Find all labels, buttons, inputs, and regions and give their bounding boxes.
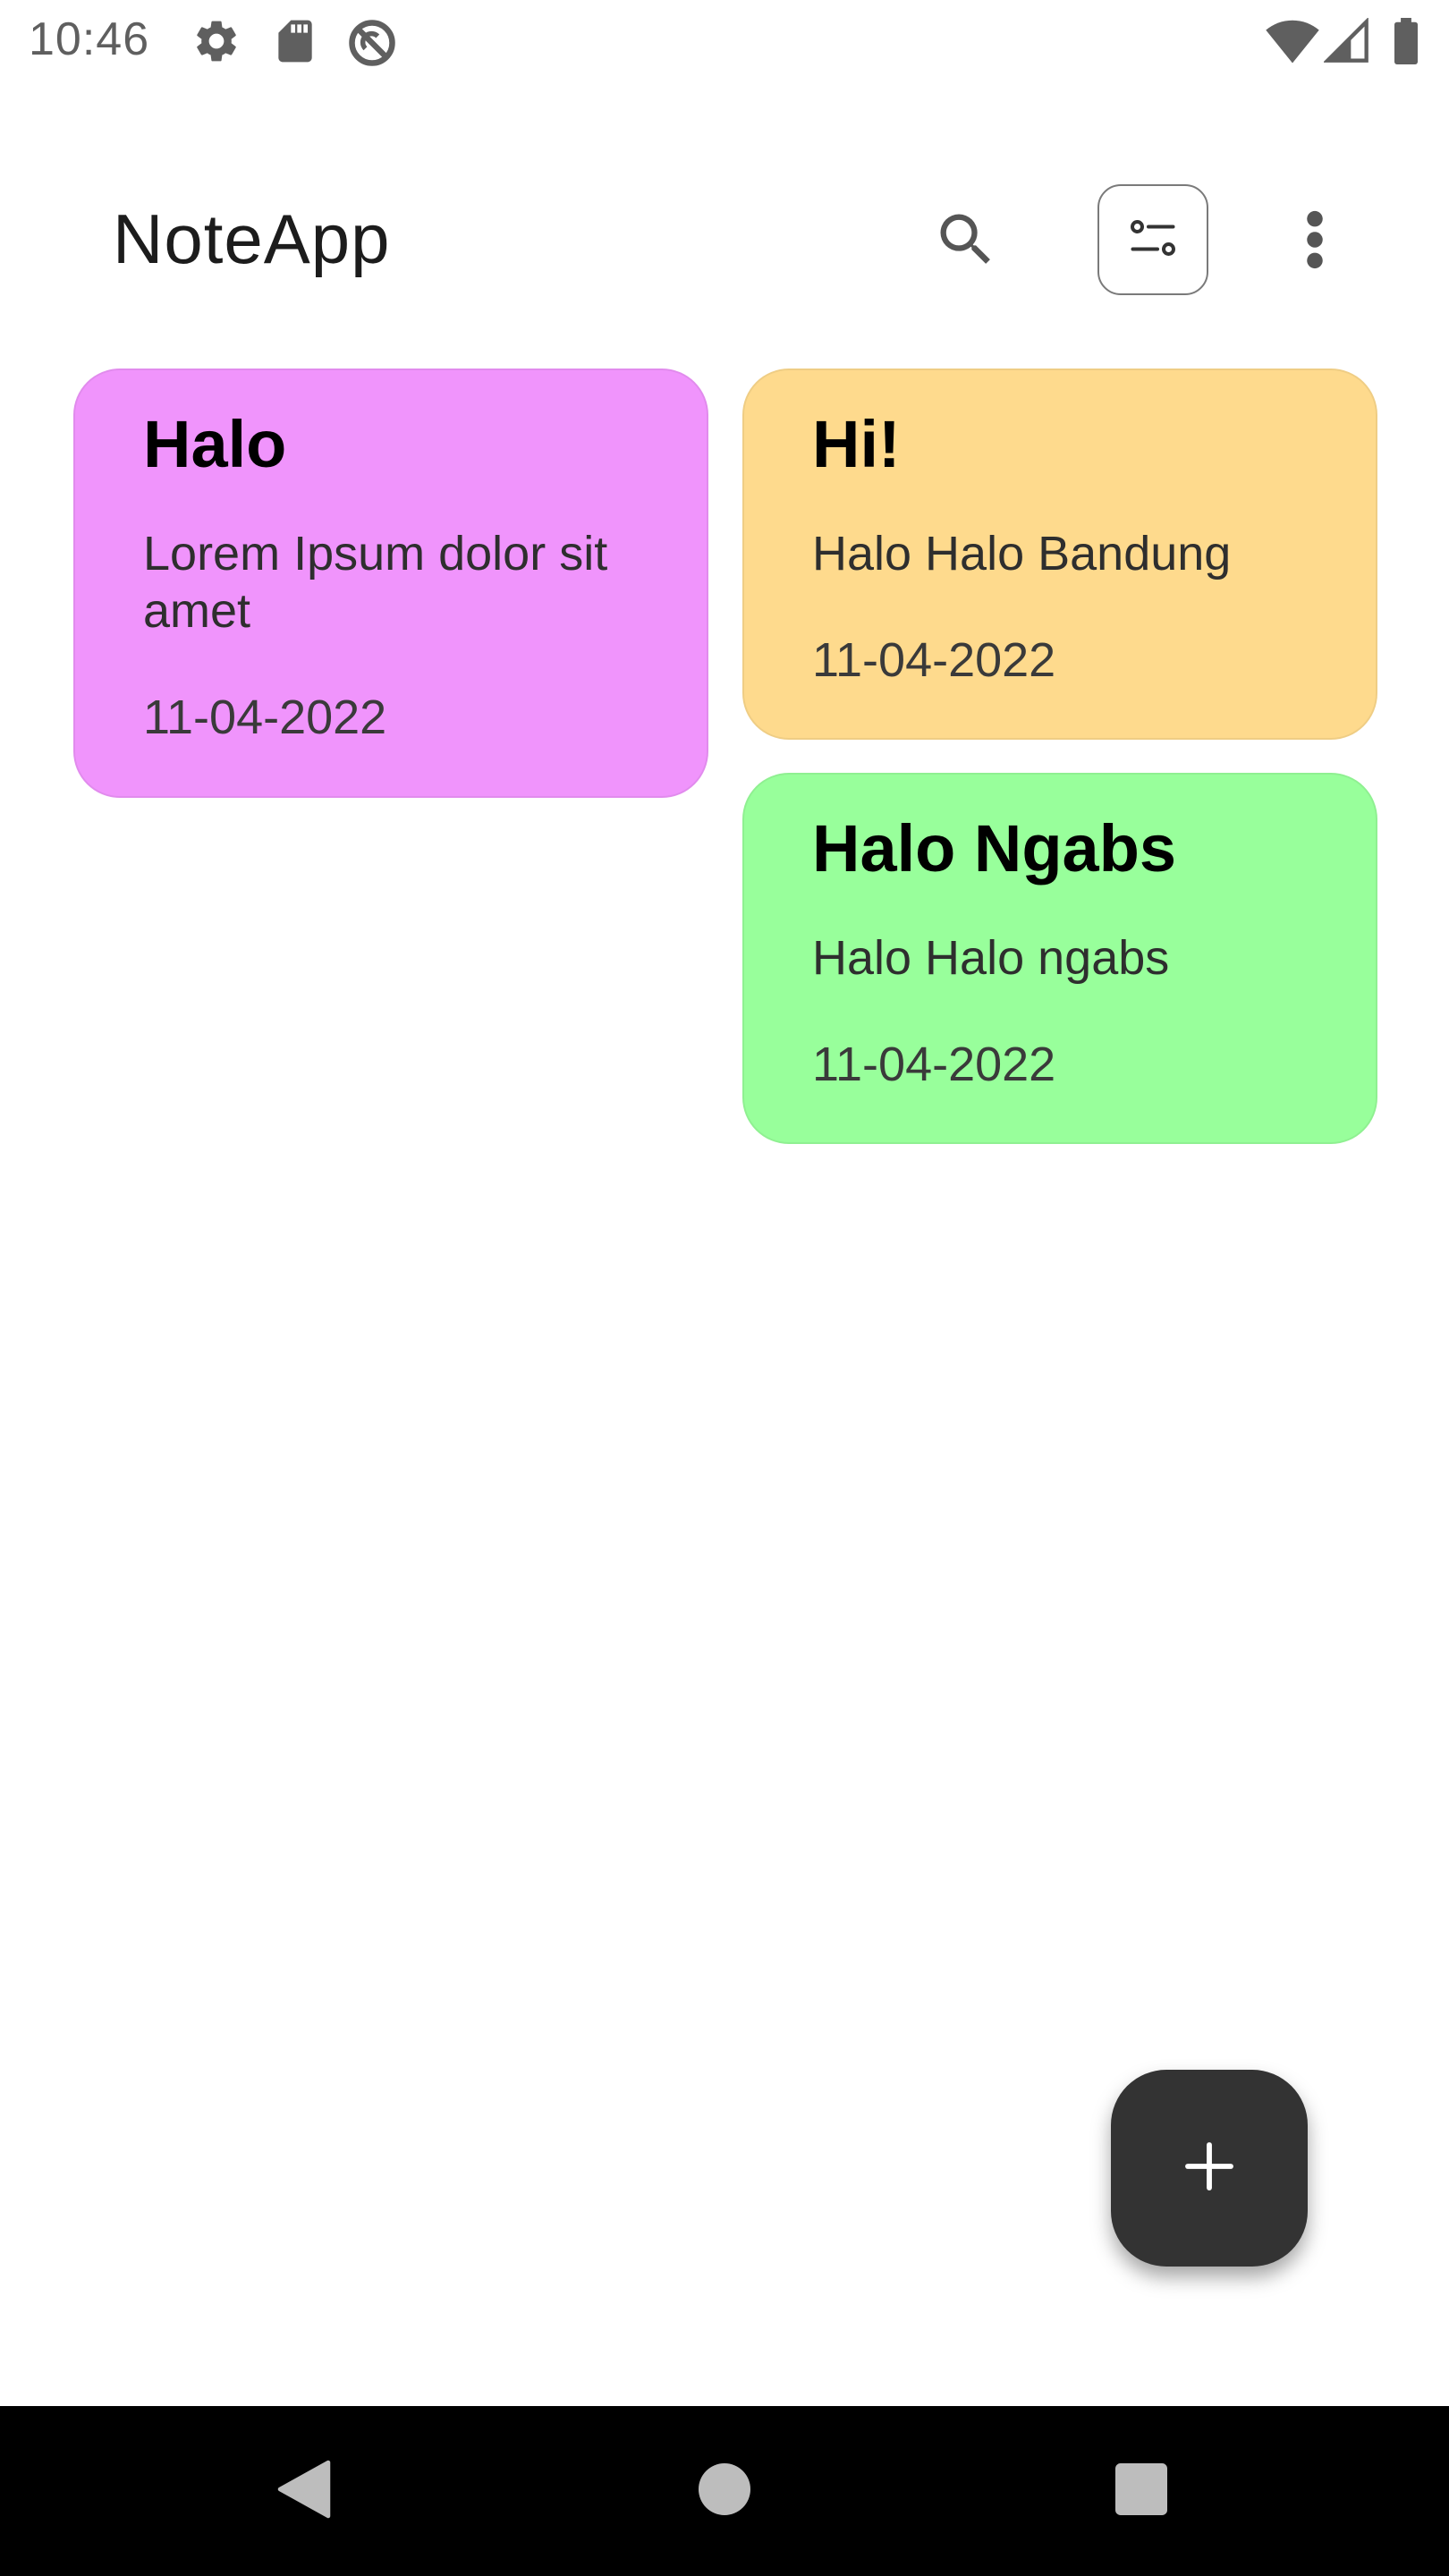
sort-button[interactable]	[1097, 184, 1208, 295]
note-body: Halo Halo Bandung	[812, 527, 1232, 581]
add-note-button[interactable]	[1111, 2070, 1308, 2267]
recents-icon	[1115, 2462, 1167, 2520]
do-not-disturb-icon	[345, 16, 399, 70]
search-button[interactable]	[921, 197, 1011, 286]
note-title: Hi!	[812, 407, 901, 481]
home-icon	[699, 2462, 750, 2520]
plus-icon	[1181, 2138, 1238, 2199]
note-card[interactable]: Hi! Halo Halo Bandung 11-04-2022	[742, 369, 1377, 740]
battery-icon	[1392, 18, 1420, 64]
app-title: NoteApp	[113, 199, 391, 278]
note-body: Lorem Ipsum dolor sit amet	[143, 527, 608, 639]
search-icon	[932, 206, 1000, 278]
note-title: Halo Ngabs	[812, 811, 1177, 886]
status-bar: 10:46	[0, 0, 1449, 86]
settings-icon	[191, 16, 242, 66]
note-date: 11-04-2022	[143, 691, 387, 745]
wifi-icon	[1265, 18, 1320, 64]
status-time: 10:46	[29, 13, 150, 65]
back-icon	[277, 2459, 331, 2524]
note-card[interactable]: Halo Ngabs Halo Halo ngabs 11-04-2022	[742, 773, 1377, 1144]
back-button[interactable]	[259, 2446, 349, 2536]
note-date: 11-04-2022	[812, 1038, 1056, 1092]
note-date: 11-04-2022	[812, 633, 1056, 688]
signal-icon	[1324, 18, 1370, 64]
more-options-button[interactable]	[1270, 197, 1360, 286]
screen: 10:46 NoteApp Halo Lorem Ipsum dolor sit…	[0, 0, 1449, 2576]
note-title: Halo	[143, 407, 287, 481]
note-card[interactable]: Halo Lorem Ipsum dolor sit amet 11-04-20…	[73, 369, 708, 798]
sd-card-icon	[270, 16, 320, 66]
navigation-bar	[0, 2406, 1449, 2576]
recents-button[interactable]	[1097, 2446, 1186, 2536]
note-body: Halo Halo ngabs	[812, 931, 1170, 986]
sort-icon	[1126, 211, 1180, 269]
more-vert-icon	[1304, 208, 1326, 275]
home-button[interactable]	[680, 2446, 769, 2536]
